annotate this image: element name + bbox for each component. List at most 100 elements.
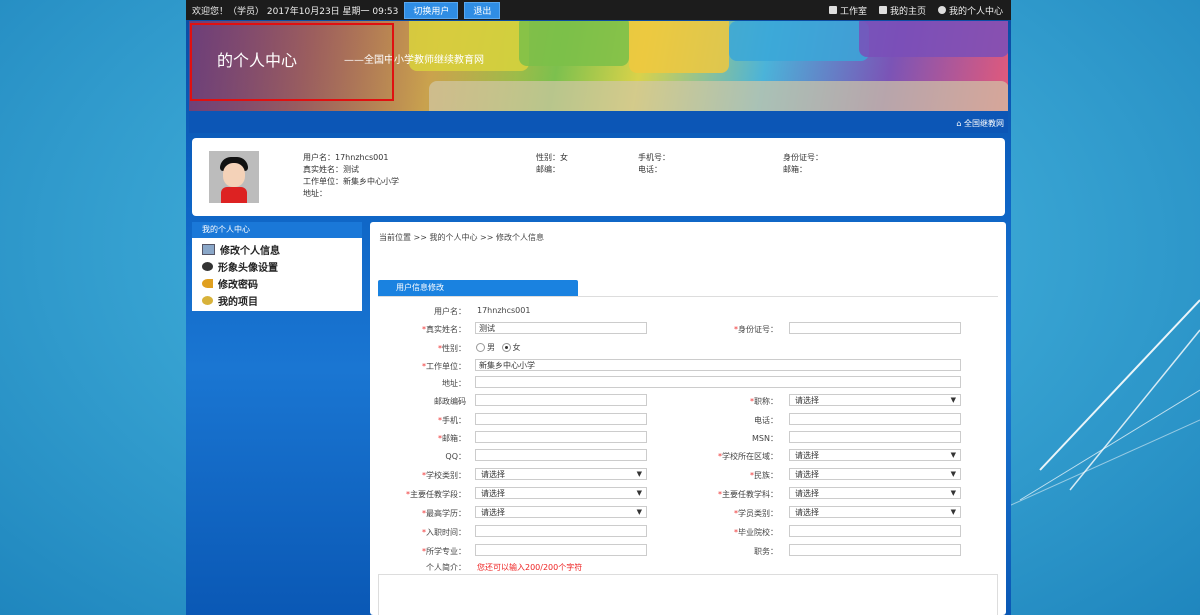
form-email-text: 邮箱：: [442, 434, 466, 443]
form-intro-label: 个人简介：: [426, 563, 466, 572]
my-home-label: 我的主页: [889, 6, 926, 17]
sidebar-item-label: 形象头像设置: [218, 263, 278, 274]
idcard-label: 身份证号：: [783, 153, 823, 162]
student-type-select[interactable]: 请选择 ▼: [789, 506, 961, 518]
form-address-label: 地址：: [442, 379, 466, 388]
username-value: 17hnzhcs001: [335, 153, 389, 162]
form-username-value: 17hnzhcs001: [477, 306, 531, 315]
mobile-label: 手机号：: [638, 153, 670, 162]
form-idcard-text: 身份证号：: [738, 325, 778, 334]
workshop-link[interactable]: 工作室: [828, 4, 867, 17]
gender-female-radio[interactable]: [501, 343, 511, 352]
main-subject-select-value: 请选择: [795, 489, 819, 498]
intro-char-hint: 您还可以输入200/200个字符: [477, 563, 583, 572]
national-home-link[interactable]: ⌂ 全国继教网: [956, 118, 1004, 129]
postcode-label: 邮编：: [536, 165, 560, 174]
sidebar-item-password[interactable]: 修改密码: [192, 275, 362, 292]
section-tab: 用户信息修改: [378, 280, 578, 296]
workunit-label: 工作单位：: [303, 177, 343, 186]
main-subject-select[interactable]: 请选择 ▼: [789, 487, 961, 499]
form-stage-text: 主要任教学段：: [410, 490, 466, 499]
major-field[interactable]: [475, 544, 647, 556]
title-select[interactable]: 请选择 ▼: [789, 394, 961, 406]
logout-button[interactable]: 退出: [464, 1, 501, 19]
main-stage-select-value: 请选择: [481, 489, 505, 498]
sidebar-item-avatar[interactable]: 形象头像设置: [192, 258, 362, 275]
form-workunit-text: 工作单位：: [426, 362, 466, 371]
chevron-down-icon: ▼: [950, 451, 956, 459]
chevron-down-icon: ▼: [636, 470, 642, 478]
form-idcard-label: *身份证号：: [734, 325, 778, 334]
form-major-text: 所学专业：: [426, 547, 466, 556]
student-type-select-value: 请选择: [795, 508, 819, 517]
form-region-label: *学校所在区域：: [718, 452, 778, 461]
form-subject-text: 主要任教学科：: [722, 490, 778, 499]
form-ethnicity-label: *民族：: [750, 471, 778, 480]
form-position-label: 职务：: [754, 547, 778, 556]
postcode-field[interactable]: [475, 394, 647, 406]
qq-field[interactable]: [475, 449, 647, 461]
ethnicity-select[interactable]: 请选择 ▼: [789, 468, 961, 480]
gender-male-radio[interactable]: [476, 343, 485, 352]
realname-field[interactable]: 测试: [475, 322, 647, 334]
section-header: 用户信息修改: [378, 280, 998, 297]
idcard-field[interactable]: [789, 322, 961, 334]
school-type-select[interactable]: 请选择 ▼: [475, 468, 647, 480]
my-center-label: 我的个人中心: [948, 6, 1003, 17]
form-student-type-text: 学员类别：: [738, 509, 778, 518]
home-icon: [878, 6, 887, 14]
my-home-link[interactable]: 我的主页: [878, 4, 926, 17]
email-field[interactable]: [475, 431, 647, 443]
mobile-field[interactable]: [475, 413, 647, 425]
form-mobile-text: 手机：: [442, 416, 466, 425]
avatar-icon: [202, 262, 213, 271]
id-card-icon: [202, 244, 215, 255]
gender-label: 性别：: [536, 153, 560, 162]
position-field[interactable]: [789, 544, 961, 556]
sidebar-item-edit-info[interactable]: 修改个人信息: [192, 241, 362, 258]
gender-radio-group: 男 女: [476, 342, 521, 353]
address-field[interactable]: [475, 376, 961, 388]
chevron-down-icon: ▼: [636, 508, 642, 516]
gender-female-label: 女: [512, 343, 521, 352]
workunit-value: 新集乡中心小学: [343, 177, 399, 186]
entry-time-field[interactable]: [475, 525, 647, 537]
sidebar-item-projects[interactable]: 我的项目: [192, 292, 362, 309]
form-gender-label: *性别：: [438, 344, 466, 353]
form-education-text: 最高学历：: [426, 509, 466, 518]
intro-textarea[interactable]: [378, 574, 998, 615]
highlight-box: [190, 23, 394, 101]
realname-value: 测试: [343, 165, 359, 174]
form-education-label: *最高学历：: [422, 509, 466, 518]
school-region-select[interactable]: 请选择 ▼: [789, 449, 961, 461]
education-select[interactable]: 请选择 ▼: [475, 506, 647, 518]
switch-user-button[interactable]: 切换用户: [404, 1, 459, 19]
form-student-type-label: *学员类别：: [734, 509, 778, 518]
phone-label: 电话：: [638, 165, 662, 174]
header-banner: 的个人中心 ——全国中小学教师继续教育网: [189, 21, 1008, 111]
grad-school-field[interactable]: [789, 525, 961, 537]
chevron-down-icon: ▼: [950, 470, 956, 478]
msn-field[interactable]: [789, 431, 961, 443]
title-select-value: 请选择: [795, 396, 819, 405]
ethnicity-select-value: 请选择: [795, 470, 819, 479]
sidebar-menu: 修改个人信息 形象头像设置 修改密码 我的项目: [192, 238, 362, 311]
my-center-link[interactable]: 我的个人中心: [937, 4, 1003, 17]
form-school-type-label: *学校类别：: [422, 471, 466, 480]
decorative-lines: [1000, 299, 1200, 511]
address-label: 地址：: [303, 189, 327, 198]
key-icon: [202, 279, 213, 288]
form-grad-label: *毕业院校：: [734, 528, 778, 537]
chevron-down-icon: ▼: [950, 396, 956, 404]
form-school-type-text: 学校类别：: [426, 471, 466, 480]
greeting-text: 欢迎您！（学员） 2017年10月23日 星期一 09:53: [192, 6, 399, 17]
form-realname-text: 真实姓名：: [426, 325, 466, 334]
workunit-field[interactable]: 新集乡中心小学: [475, 359, 961, 371]
form-region-text: 学校所在区域：: [722, 452, 778, 461]
sidebar-head: 我的个人中心: [192, 222, 362, 238]
form-phone-label: 电话：: [754, 416, 778, 425]
phone-field[interactable]: [789, 413, 961, 425]
form-email-label: *邮箱：: [438, 434, 466, 443]
main-stage-select[interactable]: 请选择 ▼: [475, 487, 647, 499]
chevron-down-icon: ▼: [636, 489, 642, 497]
